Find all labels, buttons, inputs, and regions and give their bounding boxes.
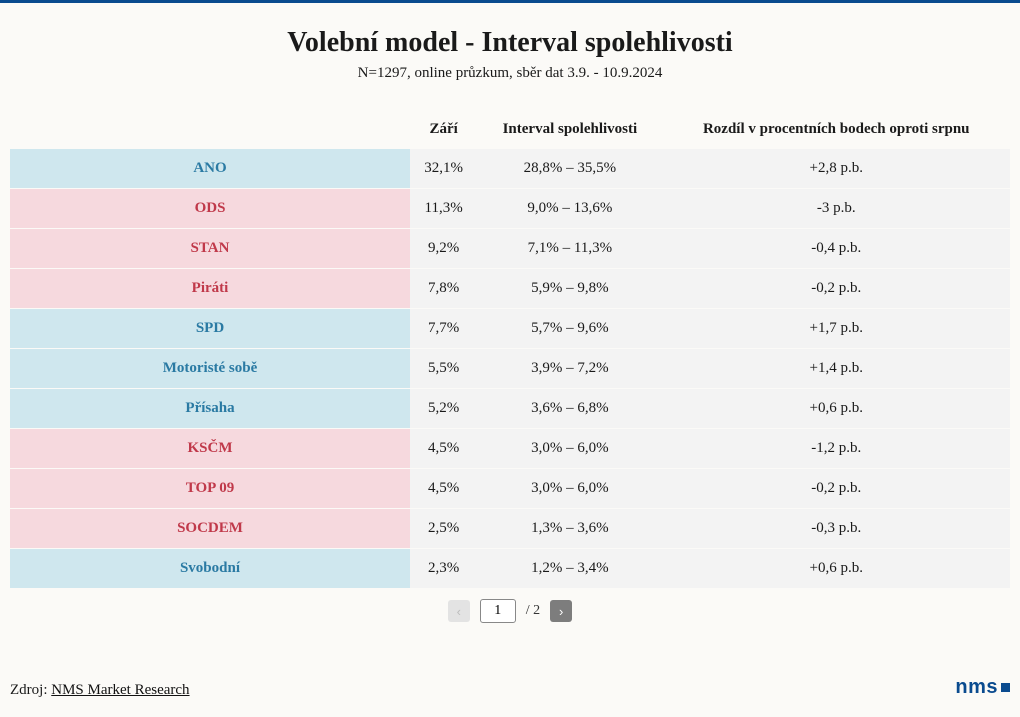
chart-subtitle: N=1297, online průzkum, sběr dat 3.9. - …: [10, 65, 1010, 82]
party-cell: ANO: [10, 149, 410, 188]
source: Zdroj: NMS Market Research: [10, 682, 190, 699]
table-header-row: Září Interval spolehlivosti Rozdíl v pro…: [10, 111, 1010, 148]
party-cell: SOCDEM: [10, 509, 410, 548]
party-cell: TOP 09: [10, 469, 410, 508]
poll-table: Září Interval spolehlivosti Rozdíl v pro…: [10, 110, 1010, 589]
table-body: ANO32,1%28,8% – 35,5%+2,8 p.b.ODS11,3%9,…: [10, 149, 1010, 588]
september-cell: 5,2%: [410, 389, 477, 428]
logo-text: nms: [955, 676, 998, 699]
diff-cell: +2,8 p.b.: [662, 149, 1010, 188]
table-row: SOCDEM2,5%1,3% – 3,6%-0,3 p.b.: [10, 509, 1010, 548]
september-cell: 7,8%: [410, 269, 477, 308]
diff-cell: +0,6 p.b.: [662, 389, 1010, 428]
interval-cell: 5,7% – 9,6%: [477, 309, 662, 348]
table-row: TOP 094,5%3,0% – 6,0%-0,2 p.b.: [10, 469, 1010, 508]
source-label: Zdroj:: [10, 682, 51, 698]
source-link[interactable]: NMS Market Research: [51, 682, 189, 698]
prev-page-button[interactable]: ‹: [448, 600, 470, 622]
table-row: ANO32,1%28,8% – 35,5%+2,8 p.b.: [10, 149, 1010, 188]
party-cell: SPD: [10, 309, 410, 348]
party-cell: Motoristé sobě: [10, 349, 410, 388]
footer: Zdroj: NMS Market Research nms: [10, 676, 1010, 699]
next-page-button[interactable]: ›: [550, 600, 572, 622]
table-row: Přísaha5,2%3,6% – 6,8%+0,6 p.b.: [10, 389, 1010, 428]
diff-cell: -0,3 p.b.: [662, 509, 1010, 548]
table-row: Piráti7,8%5,9% – 9,8%-0,2 p.b.: [10, 269, 1010, 308]
interval-cell: 28,8% – 35,5%: [477, 149, 662, 188]
diff-cell: -0,4 p.b.: [662, 229, 1010, 268]
table-row: KSČM4,5%3,0% – 6,0%-1,2 p.b.: [10, 429, 1010, 468]
interval-cell: 3,6% – 6,8%: [477, 389, 662, 428]
interval-cell: 1,2% – 3,4%: [477, 549, 662, 588]
header-interval: Interval spolehlivosti: [477, 111, 662, 148]
september-cell: 11,3%: [410, 189, 477, 228]
header-party: [10, 111, 410, 148]
page-number-input[interactable]: [480, 599, 516, 623]
header-diff: Rozdíl v procentních bodech oproti srpnu: [662, 111, 1010, 148]
september-cell: 32,1%: [410, 149, 477, 188]
interval-cell: 7,1% – 11,3%: [477, 229, 662, 268]
party-cell: KSČM: [10, 429, 410, 468]
september-cell: 4,5%: [410, 429, 477, 468]
page-total-label: / 2: [526, 603, 540, 619]
logo-square-icon: [1001, 683, 1010, 692]
party-cell: Přísaha: [10, 389, 410, 428]
table-row: SPD7,7%5,7% – 9,6%+1,7 p.b.: [10, 309, 1010, 348]
pagination: ‹ / 2 ›: [10, 599, 1010, 623]
september-cell: 4,5%: [410, 469, 477, 508]
table-row: ODS11,3%9,0% – 13,6%-3 p.b.: [10, 189, 1010, 228]
interval-cell: 9,0% – 13,6%: [477, 189, 662, 228]
header-september: Září: [410, 111, 477, 148]
nms-logo: nms: [955, 676, 1010, 699]
september-cell: 2,3%: [410, 549, 477, 588]
interval-cell: 3,9% – 7,2%: [477, 349, 662, 388]
party-cell: Piráti: [10, 269, 410, 308]
table-row: STAN9,2%7,1% – 11,3%-0,4 p.b.: [10, 229, 1010, 268]
diff-cell: +1,4 p.b.: [662, 349, 1010, 388]
september-cell: 5,5%: [410, 349, 477, 388]
september-cell: 9,2%: [410, 229, 477, 268]
diff-cell: -3 p.b.: [662, 189, 1010, 228]
main-container: Volební model - Interval spolehlivosti N…: [0, 3, 1020, 633]
diff-cell: +1,7 p.b.: [662, 309, 1010, 348]
diff-cell: -0,2 p.b.: [662, 269, 1010, 308]
diff-cell: -1,2 p.b.: [662, 429, 1010, 468]
diff-cell: +0,6 p.b.: [662, 549, 1010, 588]
chart-title: Volební model - Interval spolehlivosti: [10, 27, 1010, 59]
interval-cell: 5,9% – 9,8%: [477, 269, 662, 308]
table-row: Svobodní2,3%1,2% – 3,4%+0,6 p.b.: [10, 549, 1010, 588]
interval-cell: 3,0% – 6,0%: [477, 469, 662, 508]
table-row: Motoristé sobě5,5%3,9% – 7,2%+1,4 p.b.: [10, 349, 1010, 388]
september-cell: 7,7%: [410, 309, 477, 348]
party-cell: STAN: [10, 229, 410, 268]
party-cell: Svobodní: [10, 549, 410, 588]
party-cell: ODS: [10, 189, 410, 228]
diff-cell: -0,2 p.b.: [662, 469, 1010, 508]
interval-cell: 1,3% – 3,6%: [477, 509, 662, 548]
september-cell: 2,5%: [410, 509, 477, 548]
interval-cell: 3,0% – 6,0%: [477, 429, 662, 468]
